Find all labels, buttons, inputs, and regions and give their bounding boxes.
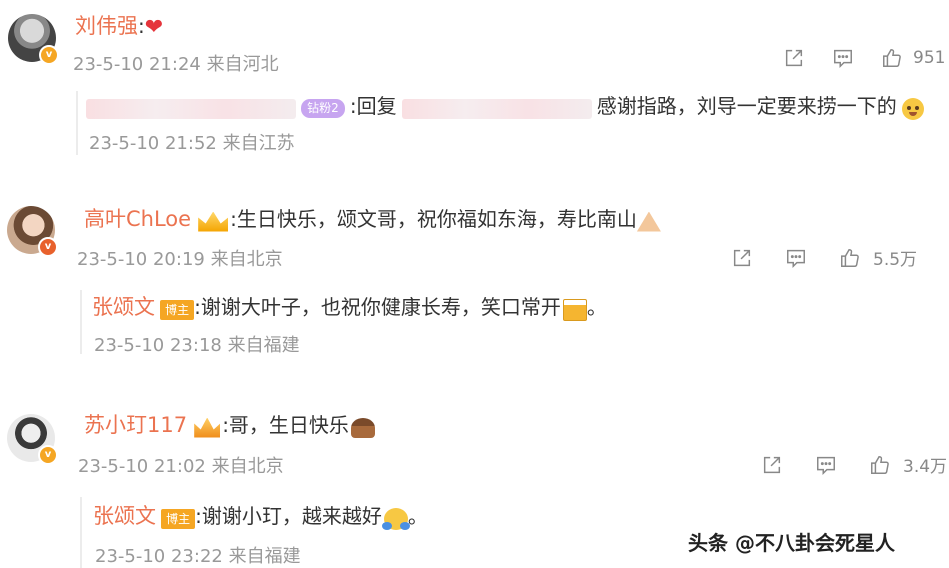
- verified-icon: v: [38, 445, 58, 465]
- reply-time: 23-5-10 23:22 来自福建: [95, 546, 301, 567]
- reply-time: 23-5-10 23:18 来自福建: [94, 335, 300, 356]
- comment-actions: 5.5万: [731, 245, 917, 270]
- reply-time: 23-5-10 21:52 来自江苏: [89, 133, 295, 154]
- share-icon[interactable]: [761, 454, 783, 476]
- commenter-name[interactable]: 苏小玎117: [84, 413, 187, 437]
- avatar[interactable]: v: [8, 14, 59, 65]
- comment-time: 23-5-10 21:02 来自北京: [78, 456, 284, 477]
- comment-actions: 3.4万: [761, 452, 947, 477]
- comment-actions: 951: [783, 47, 945, 69]
- reply-item: 张颂文 博主:谢谢小玎，越来越好 。: [93, 500, 428, 530]
- like-count: 3.4万: [903, 457, 948, 477]
- like-icon[interactable]: [839, 247, 861, 269]
- reply-prefix: :回复: [349, 94, 397, 118]
- like-count: 5.5万: [873, 250, 918, 270]
- comment-time: 23-5-10 20:19 来自北京: [77, 249, 283, 270]
- reply-divider: [80, 290, 82, 354]
- comment-text: :生日快乐，颂文哥，祝你福如东海，寿比南山: [230, 207, 637, 231]
- crown-badge-icon: [198, 211, 229, 232]
- author-tag: 博主: [161, 508, 196, 529]
- fan-badge: 钻粉2: [301, 99, 345, 118]
- reply-divider: [80, 497, 82, 568]
- cake-icon: [350, 417, 375, 438]
- reply-author[interactable]: 张颂文: [93, 504, 156, 528]
- avatar[interactable]: v: [7, 206, 58, 257]
- reply-item: 钻粉2 :回复 感谢指路，刘导一定要来捞一下的: [86, 90, 924, 120]
- blurred-reply-target: [401, 98, 592, 119]
- comment-icon[interactable]: [815, 454, 837, 476]
- crown-badge-icon: [194, 417, 221, 438]
- reply-text: :谢谢大叶子，也祝你健康长寿，笑口常开: [194, 295, 561, 319]
- commenter-name[interactable]: 刘伟强: [75, 14, 138, 38]
- praying-hands-icon: [636, 211, 661, 232]
- comment-icon[interactable]: [832, 47, 854, 69]
- reply-author[interactable]: 张颂文: [92, 295, 155, 319]
- like-icon[interactable]: [869, 454, 891, 476]
- share-icon[interactable]: [783, 47, 805, 69]
- crying-emoji-icon: [901, 97, 924, 120]
- comment-icon[interactable]: [785, 247, 807, 269]
- share-icon[interactable]: [731, 247, 753, 269]
- author-tag: 博主: [160, 299, 195, 320]
- reply-text: :谢谢小玎，越来越好: [195, 504, 382, 528]
- like-count: 951: [913, 48, 946, 68]
- like-icon[interactable]: [881, 47, 903, 69]
- reply-text-end: 。: [407, 504, 428, 528]
- commenter-name[interactable]: 高叶ChLoe: [84, 207, 191, 231]
- comment-time: 23-5-10 21:24 来自河北: [73, 54, 279, 75]
- verified-icon: v: [39, 45, 59, 65]
- beer-cheers-icon: [562, 298, 587, 321]
- reply-text-end: 。: [586, 295, 607, 319]
- avatar[interactable]: v: [7, 414, 58, 465]
- comment-text: :: [138, 14, 145, 38]
- hugging-emoji-icon: [381, 507, 410, 530]
- verified-icon: v: [38, 237, 58, 257]
- heart-icon: ❤: [144, 15, 164, 40]
- comment-text: :哥，生日快乐: [222, 413, 349, 437]
- watermark: 头条 @不八卦会死星人: [688, 531, 895, 555]
- reply-item: 张颂文 博主:谢谢大叶子，也祝你健康长寿，笑口常开 。: [92, 291, 607, 321]
- blurred-username: [86, 98, 296, 119]
- reply-text: 感谢指路，刘导一定要来捞一下的: [596, 94, 897, 118]
- reply-divider: [76, 91, 78, 155]
